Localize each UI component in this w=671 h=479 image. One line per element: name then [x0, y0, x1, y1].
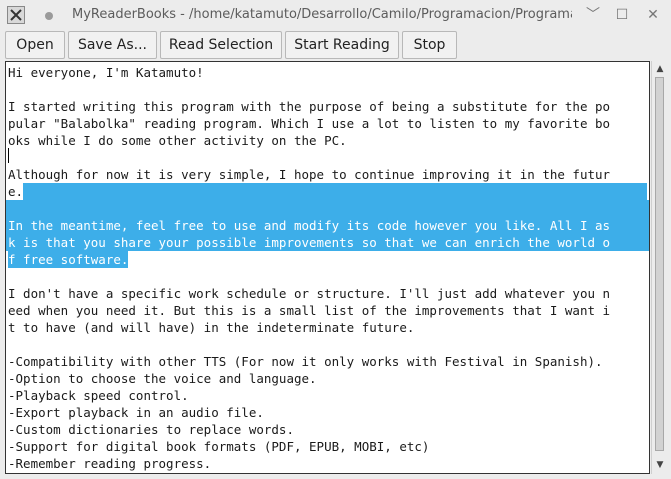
- maximize-button[interactable]: ☐: [613, 6, 631, 24]
- editor-line: f free software.: [8, 251, 129, 268]
- editor-line: -Custom dictionaries to replace words.: [8, 422, 294, 437]
- arrow-up-icon[interactable]: ▲: [654, 63, 666, 75]
- toolbar: Open Save As... Read Selection Start Rea…: [0, 30, 671, 60]
- read-selection-button[interactable]: Read Selection: [160, 31, 282, 59]
- text-editor[interactable]: Hi everyone, I'm Katamuto! I started writ…: [5, 61, 650, 474]
- editor-line: oks while I do some other activity on th…: [8, 133, 347, 148]
- editor-line: eed when you need it. But this is a smal…: [8, 303, 611, 318]
- editor-line: -Compatibility with other TTS (For now i…: [8, 354, 603, 369]
- vertical-scrollbar[interactable]: ▲ ▼: [651, 61, 667, 474]
- stop-button[interactable]: Stop: [402, 31, 457, 59]
- editor-line: Hi everyone, I'm Katamuto!: [8, 65, 204, 80]
- title-bar: MyReaderBooks - /home/katamuto/Desarroll…: [0, 0, 671, 30]
- app-icon[interactable]: [7, 6, 25, 24]
- open-button[interactable]: Open: [5, 31, 65, 59]
- editor-line: In the meantime, feel free to use and mo…: [6, 217, 649, 234]
- minimize-button[interactable]: ﹀: [584, 6, 602, 24]
- editor-line: -Option to choose the voice and language…: [8, 371, 317, 386]
- editor-line: pular "Balabolka" reading program. Which…: [8, 116, 611, 131]
- editor-line: -Playback speed control.: [8, 388, 189, 403]
- editor-line: [6, 200, 649, 217]
- pin-icon[interactable]: [45, 12, 53, 20]
- save-as-button[interactable]: Save As...: [68, 31, 157, 59]
- editor-line: Although for now it is very simple, I ho…: [8, 167, 611, 182]
- start-reading-button[interactable]: Start Reading: [285, 31, 399, 59]
- scrollbar-thumb[interactable]: [655, 77, 664, 451]
- editor-line: I don't have a specific work schedule or…: [8, 286, 611, 301]
- editor-line: I started writing this program with the …: [8, 99, 611, 114]
- editor-line: -Support for digital book formats (PDF, …: [8, 439, 430, 454]
- editor-line: -Export playback in an audio file.: [8, 405, 264, 420]
- editor-line: t to have (and will have) in the indeter…: [8, 320, 415, 335]
- editor-line: k is that you share your possible improv…: [6, 234, 649, 251]
- text-cursor: [8, 148, 9, 163]
- editor-line: e.: [8, 184, 24, 199]
- close-button[interactable]: ✕: [644, 6, 662, 24]
- editor-line: -Remember reading progress.: [8, 456, 212, 471]
- selection-highlight: [23, 183, 647, 200]
- arrow-down-icon[interactable]: ▼: [654, 459, 666, 471]
- window-title: MyReaderBooks - /home/katamuto/Desarroll…: [72, 7, 572, 22]
